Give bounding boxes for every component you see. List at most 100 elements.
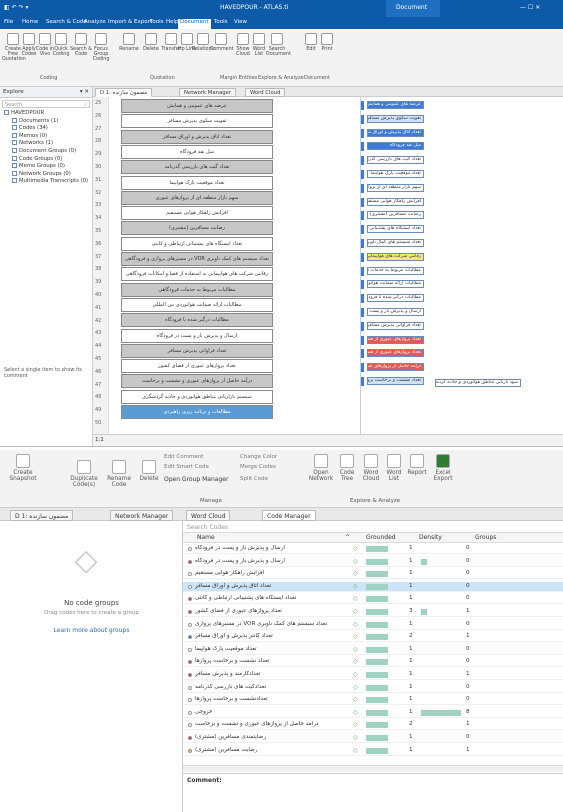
- tree-item[interactable]: Multimedia Transcripts (0): [4, 178, 92, 186]
- table-row[interactable]: افزایش راهکار هوایی مستقیم ◇ 1 0: [183, 569, 563, 580]
- tree-item[interactable]: Network Groups (0): [4, 170, 92, 179]
- tab-code-manager[interactable]: Code Manager: [262, 510, 316, 521]
- table-cell[interactable]: عرضه های عمومی و همایش: [121, 99, 273, 113]
- margin-code-tag[interactable]: افزایش راهکار هوایی مستقیم: [367, 197, 424, 206]
- table-row[interactable]: درآمد حاصل از پروازهای عبوری و نشست و بر…: [183, 720, 563, 731]
- table-cell[interactable]: رضایت مسافرین (مشتری): [121, 221, 273, 236]
- edit-comment-button[interactable]: Edit Comment: [164, 454, 203, 460]
- margin-code-tag[interactable]: تعداد ایستگاه های پشتیبانی ارتباطی: [367, 225, 424, 234]
- table-row[interactable]: تعدادکارمند و پذیرش مسافر ◇ 1 1: [183, 670, 563, 680]
- margin-code-tag[interactable]: مطالبات درگیر شده با فرودگاه: [367, 294, 424, 303]
- margin-code-tag[interactable]: تعداد اتاق پذیرش و اوراق مسافر: [367, 128, 424, 137]
- table-row[interactable]: تعداد اتاق پذیرش و اوراق مسافر ◇ 1 0: [183, 581, 563, 592]
- excel-export-button[interactable]: Excel Export: [430, 454, 456, 482]
- menu-item[interactable]: Import & Export: [106, 19, 154, 25]
- open-network-button[interactable]: Open Network: [308, 454, 334, 482]
- table-row[interactable]: تعداد سیستم های کمک ناوبری VOR در مسیرها…: [183, 620, 563, 630]
- col-groups[interactable]: Groups: [475, 534, 496, 541]
- table-cell[interactable]: تعداد سیستم های کمک ناوبری VOR در مسیرها…: [121, 252, 273, 266]
- table-cell[interactable]: افزایش راهکار هوایی مستقیم: [121, 206, 273, 221]
- table-cell[interactable]: مطالبات درگیر شده با فرودگاه: [121, 313, 273, 328]
- tab-document[interactable]: D 1: مضمون سازنده: [10, 510, 74, 521]
- menu-item[interactable]: View: [232, 19, 249, 25]
- merge-codes-button[interactable]: Merge Codes: [240, 464, 276, 470]
- tree-item[interactable]: Documents (1): [4, 117, 92, 126]
- change-color-button[interactable]: Change Color: [240, 454, 277, 460]
- table-row[interactable]: تعدادگیت های بازرسی گذرنامه ◇ 1 0: [183, 683, 563, 693]
- ribbon-button[interactable]: Quick Coding: [50, 33, 72, 57]
- tree-item[interactable]: Networks (1): [4, 140, 92, 148]
- col-name[interactable]: Name: [197, 534, 215, 541]
- learn-more-link[interactable]: Learn more about groups: [0, 627, 183, 634]
- table-row[interactable]: خروجی ◇ 1 8: [183, 708, 563, 718]
- table-row[interactable]: تعدادنشست و برخاست پروازها ◇ 1 0: [183, 695, 563, 706]
- margin-code-tag[interactable]: رقابتی شرکت های هواپیمایی: [367, 252, 424, 261]
- table-cell[interactable]: رقابتی شرکت های هواپیمایی به استفاده از …: [121, 267, 273, 282]
- margin-code-tag[interactable]: مطالبات مربوط به خدمات فرودگاهی: [367, 266, 424, 275]
- margin-code-tag[interactable]: تعداد سیستم های کمک ناوبری: [367, 239, 424, 247]
- margin-code-tag[interactable]: تعداد پروازهای عبوری از فضای کشور: [367, 349, 424, 358]
- table-row[interactable]: ارسال و پذیرش بار و پست در فرودگاه ◇ 1 0: [183, 557, 563, 567]
- report-button[interactable]: Report: [406, 454, 428, 476]
- table-cell[interactable]: سهم بازار منطقه ای از پروازهای عبوری: [121, 190, 273, 205]
- window-controls[interactable]: — ☐ ✕: [520, 4, 540, 11]
- tree-item[interactable]: Code Groups (0): [4, 155, 92, 164]
- col-density[interactable]: Density: [419, 534, 442, 541]
- table-row[interactable]: تعداد نشست و برخاست پروازها ◇ 1 0: [183, 657, 563, 668]
- margin-code-tag[interactable]: تقویت سکوی پذیرش مسافر: [367, 114, 424, 123]
- ribbon-button[interactable]: Delete: [140, 33, 162, 52]
- tab-word-cloud[interactable]: Word Cloud: [186, 510, 231, 521]
- create-snapshot-button[interactable]: Create Snapshot: [2, 454, 44, 482]
- table-cell[interactable]: تعداد پروازهای عبوری از فضای کشور: [121, 359, 273, 374]
- word-cloud-button[interactable]: Word Cloud: [360, 454, 382, 482]
- quick-access-icons[interactable]: ◧ ↶ ↷ ▾: [4, 4, 28, 11]
- margin-code-tag[interactable]: سهم بازار منطقه ای از پروازهای عبوری: [367, 183, 424, 192]
- table-cell[interactable]: مطالبات ارائه ضمانت هوانوردی بین المللی: [121, 297, 273, 312]
- edit-smart-code-button[interactable]: Edit Smart Code: [164, 464, 209, 470]
- tree-item[interactable]: Codes (34): [4, 125, 92, 133]
- menu-item[interactable]: Document: [178, 19, 211, 29]
- delete-button[interactable]: Delete: [136, 460, 162, 482]
- ribbon-button[interactable]: Search Document: [266, 33, 291, 57]
- table-row[interactable]: تعداد ایستگاه های پشتیبانی ارتباطی و کان…: [183, 594, 563, 605]
- margin-code-tag[interactable]: تعداد فراوانی پذیرش مسافر: [367, 321, 424, 330]
- table-cell[interactable]: تعداد اتاق پذیرش و اوراق مسافر: [121, 129, 273, 144]
- table-row[interactable]: تعداد کانتر پذیرش و اوراق مسافر ◇ 2 1: [183, 632, 563, 643]
- ribbon-button[interactable]: Print: [316, 33, 338, 52]
- margin-code-tag-extra[interactable]: سود بازیابی مناطق هوانوردی و جاذبه گردشگ…: [435, 379, 521, 387]
- table-row[interactable]: ارسال و پذیرش بار و پست در فرودگاه ◇ 1 0: [183, 544, 563, 554]
- margin-code-tag[interactable]: رضایت مسافرین (مشتری): [367, 211, 424, 220]
- code-tree-button[interactable]: Code Tree: [336, 454, 358, 482]
- table-row[interactable]: تعداد پروازهای عبوری از فضای کشور ◇ 3 1: [183, 607, 563, 617]
- margin-code-tag[interactable]: مطالبات ارائه ضمانت هوانوردی: [367, 280, 424, 289]
- horizontal-scrollbar[interactable]: [183, 765, 563, 772]
- explorer-search[interactable]: Search ⌕: [2, 100, 90, 108]
- menu-item[interactable]: Tools: [148, 19, 166, 25]
- margin-code-tag[interactable]: میل نقد فرودگاه: [367, 142, 424, 151]
- menu-item[interactable]: File: [2, 19, 15, 25]
- tree-item[interactable]: Memos (0): [4, 132, 92, 141]
- tree-item[interactable]: Memo Groups (0): [4, 163, 92, 171]
- table-row[interactable]: رضایت مسافرین (مشتری) ◇ 1 1: [183, 746, 563, 756]
- rename-code-button[interactable]: Rename Code: [104, 460, 134, 488]
- margin-code-tag[interactable]: تعداد پروازهای عبوری از فضای کشور: [367, 335, 424, 344]
- ribbon-button[interactable]: Rename: [118, 33, 140, 52]
- menu-item[interactable]: Home: [20, 19, 40, 25]
- table-cell[interactable]: سیستم بازاریابی مناطق هوانوردی و جاذبه گ…: [121, 389, 273, 404]
- table-cell[interactable]: میل نقد فرودگاه: [121, 144, 273, 159]
- ribbon-button[interactable]: Focus Group Coding: [90, 33, 112, 62]
- table-cell[interactable]: تعداد گیت های بازرسی گذرنامه: [121, 160, 273, 175]
- tab-word-cloud[interactable]: Word Cloud: [245, 88, 286, 97]
- table-cell[interactable]: تقویت سکوی پذیرش مسافر: [121, 114, 273, 129]
- table-cell[interactable]: ارسال و پذیرش بار و پست در فرودگاه: [121, 328, 273, 343]
- tab-network-manager[interactable]: Network Manager: [110, 510, 174, 521]
- table-cell[interactable]: تعداد فراوانی پذیرش مسافر: [121, 343, 273, 358]
- table-cell[interactable]: درآمد حاصل از پروازهای عبوری و نشست و بر…: [121, 374, 273, 389]
- duplicate-codes-button[interactable]: Duplicate Code(s): [66, 460, 102, 488]
- open-group-manager-button[interactable]: Open Group Manager: [164, 476, 228, 483]
- margin-code-tag[interactable]: عرضه های عمومی و همایش: [367, 101, 424, 109]
- comment-pane[interactable]: Comment:: [183, 773, 563, 812]
- tab-network-manager[interactable]: Network Manager: [179, 88, 237, 97]
- ribbon-button[interactable]: Search & Code: [70, 33, 92, 57]
- word-list-button[interactable]: Word List: [384, 454, 404, 482]
